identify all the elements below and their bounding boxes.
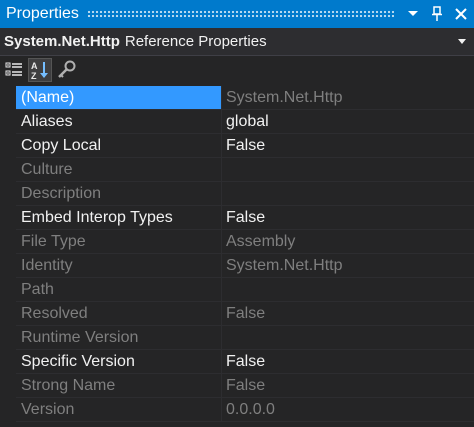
property-row[interactable]: Culture: [0, 158, 474, 182]
property-row[interactable]: File Type Assembly: [0, 230, 474, 254]
dropdown-arrow-icon[interactable]: [454, 39, 470, 44]
property-value[interactable]: False: [222, 206, 474, 230]
property-value: System.Net.Http: [222, 86, 474, 110]
property-name[interactable]: Strong Name: [16, 374, 222, 398]
row-gutter: [0, 374, 16, 398]
property-row[interactable]: Aliases global: [0, 110, 474, 134]
row-gutter: [0, 158, 16, 182]
alphabetical-icon[interactable]: A Z: [28, 58, 52, 82]
property-row[interactable]: Copy Local False: [0, 134, 474, 158]
property-value: False: [222, 374, 474, 398]
property-name[interactable]: Runtime Version: [16, 326, 222, 350]
row-gutter: [0, 398, 16, 422]
properties-window: Properties System.Net.Http Reference Pro…: [0, 0, 474, 427]
property-row[interactable]: Version 0.0.0.0: [0, 398, 474, 422]
row-gutter: [0, 326, 16, 350]
properties-toolbar: A Z: [0, 56, 474, 84]
property-row[interactable]: Specific Version False: [0, 350, 474, 374]
property-row[interactable]: Resolved False: [0, 302, 474, 326]
row-gutter: [0, 86, 16, 110]
property-row[interactable]: Description: [0, 182, 474, 206]
property-name[interactable]: Description: [16, 182, 222, 206]
categorized-icon[interactable]: [2, 58, 26, 82]
property-value: [222, 182, 474, 206]
property-value: Assembly: [222, 230, 474, 254]
pin-icon[interactable]: [426, 3, 448, 25]
property-name[interactable]: Version: [16, 398, 222, 422]
svg-text:Z: Z: [31, 71, 37, 80]
property-value: 0.0.0.0: [222, 398, 474, 422]
property-value: [222, 326, 474, 350]
row-gutter: [0, 206, 16, 230]
property-name[interactable]: (Name): [16, 86, 222, 110]
property-name[interactable]: Identity: [16, 254, 222, 278]
property-value: [222, 158, 474, 182]
property-name[interactable]: File Type: [16, 230, 222, 254]
close-icon[interactable]: [450, 3, 472, 25]
property-name[interactable]: Resolved: [16, 302, 222, 326]
property-name[interactable]: Copy Local: [16, 134, 222, 158]
property-row[interactable]: Identity System.Net.Http: [0, 254, 474, 278]
row-gutter: [0, 134, 16, 158]
chevron-down-icon[interactable]: [402, 3, 424, 25]
object-selector[interactable]: System.Net.Http Reference Properties: [0, 28, 474, 56]
property-value[interactable]: False: [222, 350, 474, 374]
row-gutter: [0, 278, 16, 302]
svg-text:A: A: [31, 61, 38, 71]
property-pages-icon[interactable]: [54, 58, 78, 82]
property-row[interactable]: Strong Name False: [0, 374, 474, 398]
property-name[interactable]: Specific Version: [16, 350, 222, 374]
property-name[interactable]: Embed Interop Types: [16, 206, 222, 230]
property-value[interactable]: global: [222, 110, 474, 134]
property-name[interactable]: Aliases: [16, 110, 222, 134]
property-value: [222, 278, 474, 302]
property-value: System.Net.Http: [222, 254, 474, 278]
object-name: System.Net.Http: [4, 33, 120, 50]
drag-grip[interactable]: [86, 10, 394, 18]
window-title: Properties: [6, 5, 79, 22]
property-row[interactable]: Runtime Version: [0, 326, 474, 350]
property-row[interactable]: Embed Interop Types False: [0, 206, 474, 230]
property-name[interactable]: Path: [16, 278, 222, 302]
property-grid: (Name) System.Net.Http Aliases global Copy L…: [0, 86, 474, 427]
row-gutter: [0, 254, 16, 278]
property-row[interactable]: Path: [0, 278, 474, 302]
row-gutter: [0, 110, 16, 134]
row-gutter: [0, 302, 16, 326]
row-gutter: [0, 182, 16, 206]
row-gutter: [0, 350, 16, 374]
property-value: False: [222, 302, 474, 326]
object-type: Reference Properties: [124, 33, 267, 50]
title-bar[interactable]: Properties: [0, 0, 474, 28]
property-row[interactable]: (Name) System.Net.Http: [0, 86, 474, 110]
property-name[interactable]: Culture: [16, 158, 222, 182]
property-value[interactable]: False: [222, 134, 474, 158]
row-gutter: [0, 230, 16, 254]
